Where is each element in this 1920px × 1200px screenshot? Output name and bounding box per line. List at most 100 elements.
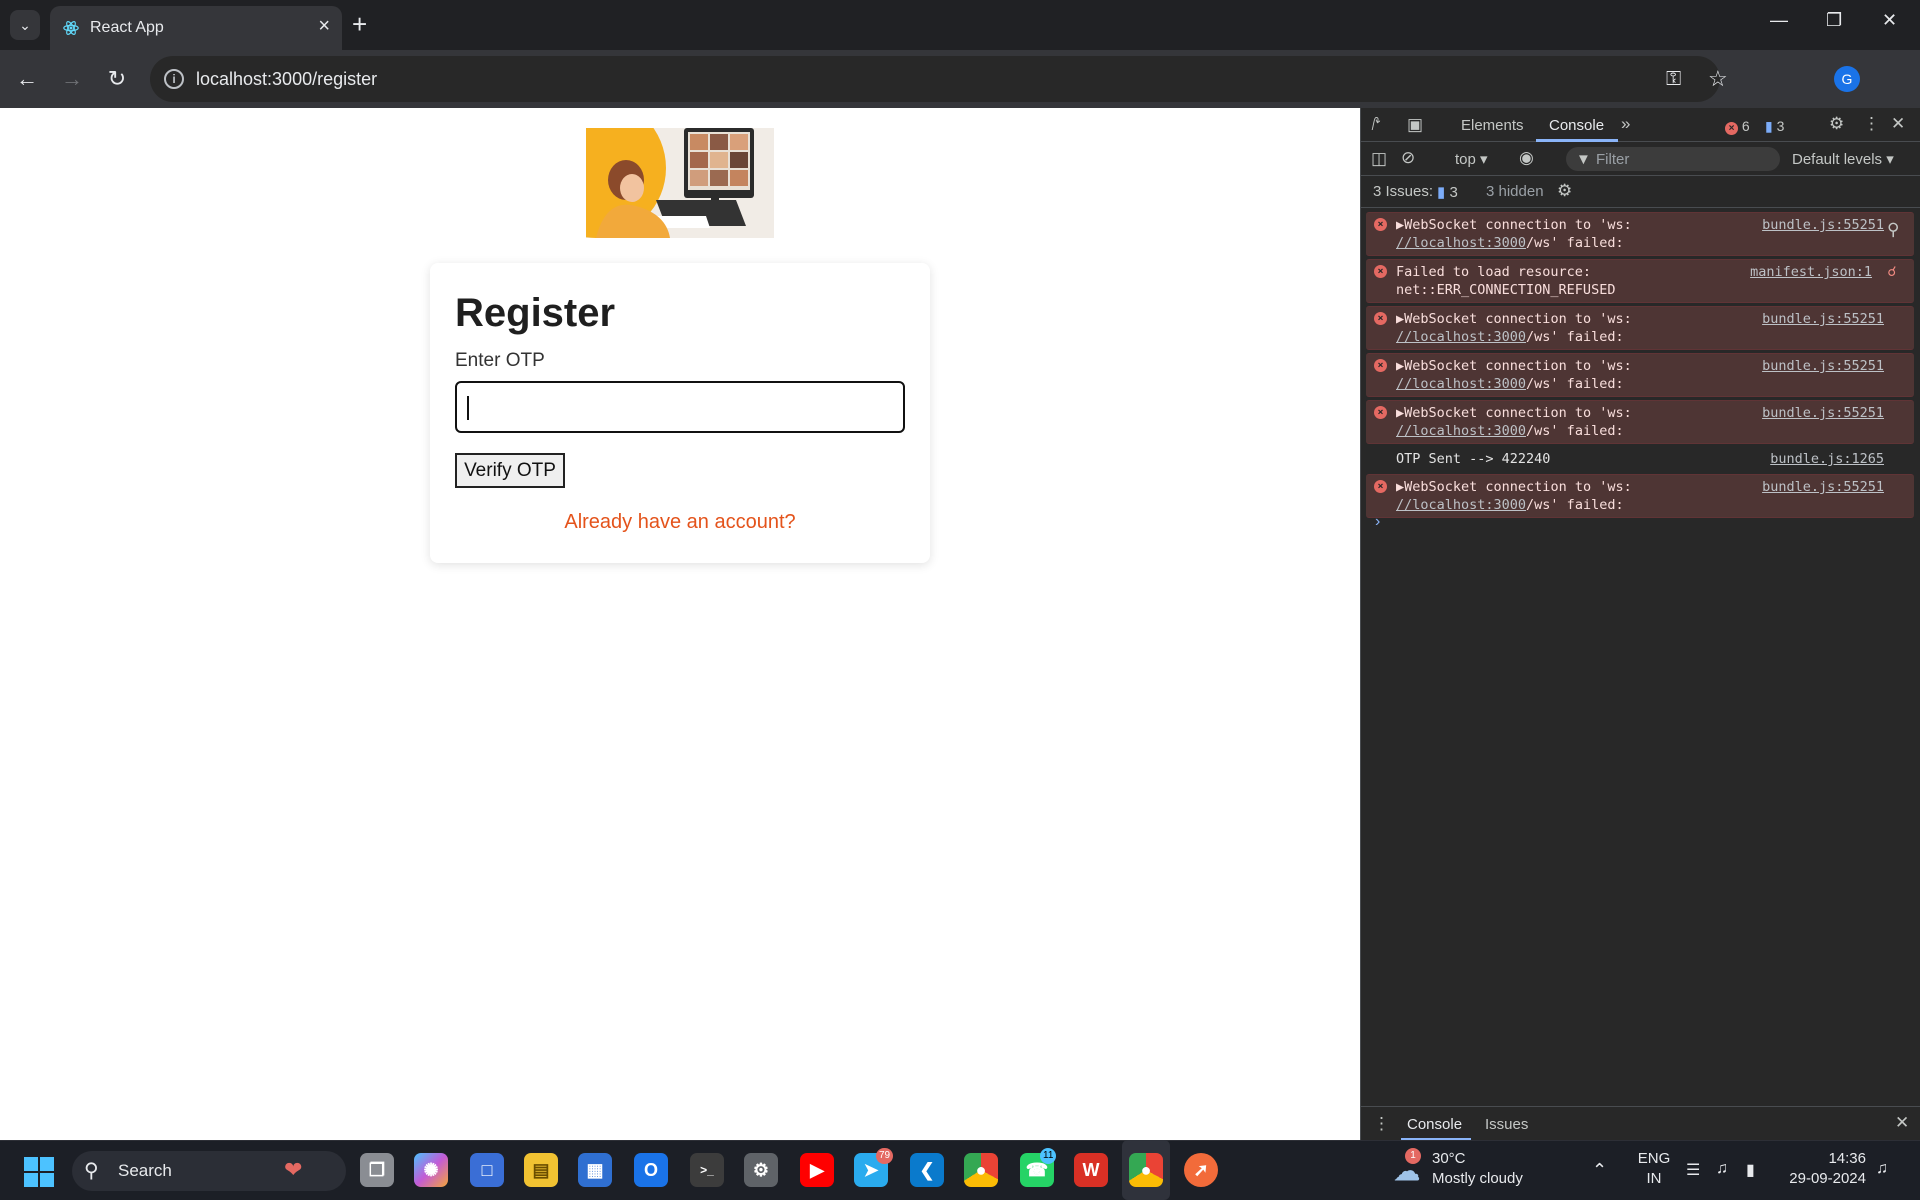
page-title: Register [455,291,616,335]
address-bar[interactable]: i localhost:3000/register ⚿ ☆ [150,56,1728,102]
url-text[interactable]: localhost:3000/register [196,69,377,90]
source-link[interactable]: bundle.js:55251 [1762,310,1884,328]
back-button[interactable]: ← [12,64,42,94]
drawer-tab-issues[interactable]: Issues [1485,1116,1528,1133]
taskbar-search[interactable]: ⚲ Search ❤ [72,1151,346,1191]
drawer-menu-icon[interactable]: ⋮ [1373,1114,1390,1134]
drawer-tab-console[interactable]: Console [1407,1116,1462,1133]
settings-gear-icon[interactable]: ⚙ [1829,114,1844,134]
youtube-icon[interactable]: ▶ [800,1153,834,1187]
console-error[interactable]: × ▶WebSocket connection to 'ws: //localh… [1366,353,1914,397]
issues-count-link[interactable]: ▮ 3 [1437,183,1458,201]
filter-icon: ▼ [1576,151,1591,168]
devtools-menu-icon[interactable]: ⋮ [1863,114,1880,134]
expand-arrow-icon[interactable]: ▶ [1396,217,1404,233]
site-info-icon[interactable]: i [164,69,184,89]
source-link[interactable]: bundle.js:1265 [1770,450,1884,468]
postman-icon[interactable]: ➚ [1184,1153,1218,1187]
bookmark-star-icon[interactable]: ☆ [1708,66,1728,92]
error-icon: × [1374,265,1387,278]
notification-bell-icon[interactable]: ♫ [1876,1160,1888,1178]
forward-button[interactable]: → [57,64,87,94]
close-window-button[interactable]: ✕ [1882,10,1897,31]
error-counter[interactable]: × 6 [1725,118,1750,135]
task-view-icon[interactable]: ❐ [360,1153,394,1187]
sidebar-toggle-icon[interactable]: ◫ [1371,149,1387,169]
tab-console[interactable]: Console [1549,117,1604,134]
restore-button[interactable]: ❐ [1826,10,1842,31]
close-drawer-icon[interactable]: ✕ [1895,1113,1909,1133]
source-link[interactable]: bundle.js:55251 [1762,216,1884,234]
volume-icon[interactable]: ♫ [1716,1160,1728,1178]
console-error[interactable]: × ▶WebSocket connection to 'ws: //localh… [1366,474,1914,518]
issues-settings-icon[interactable]: ⚙ [1557,181,1572,201]
file-explorer-icon[interactable]: ▤ [524,1153,558,1187]
outlook-icon[interactable]: O [634,1153,668,1187]
register-card: Register Enter OTP Verify OTP Already ha… [430,263,930,563]
filter-input[interactable]: ▼ Filter [1566,147,1780,171]
console-prompt[interactable]: › [1375,513,1380,531]
password-key-icon[interactable]: ⚿ [1666,68,1681,91]
tab-search-button[interactable]: ⌄ [10,10,40,40]
inspect-element-icon[interactable]: ⭚ [1371,115,1381,135]
microsoft-store-icon[interactable]: ▦ [578,1153,612,1187]
network-icon[interactable]: ☌ [1888,263,1896,281]
source-link[interactable]: bundle.js:55251 [1762,478,1884,496]
reload-button[interactable]: ↻ [102,64,132,94]
vscode-icon[interactable]: ❮ [910,1153,944,1187]
calendar-icon[interactable]: □ [470,1153,504,1187]
register-illustration [586,128,774,238]
clear-console-icon[interactable]: ⊘ [1401,148,1415,168]
console-error[interactable]: × ▶WebSocket connection to 'ws: //localh… [1366,306,1914,350]
live-expression-eye-icon[interactable]: ◉ [1519,148,1534,168]
otp-input[interactable] [455,381,905,433]
settings-gear-icon[interactable]: ⚙ [744,1153,778,1187]
language-indicator[interactable]: ENG [1634,1150,1674,1167]
profile-avatar[interactable]: G [1834,66,1860,92]
close-devtools-icon[interactable]: ✕ [1891,114,1905,134]
issues-bar: 3 Issues: ▮ 3 3 hidden ⚙ [1361,176,1920,208]
expand-arrow-icon[interactable]: ▶ [1396,405,1404,421]
region-indicator[interactable]: IN [1634,1170,1674,1187]
expand-arrow-icon[interactable]: ▶ [1396,479,1404,495]
minimize-button[interactable]: — [1770,10,1788,31]
clock-date[interactable]: 29-09-2024 [1766,1170,1866,1187]
error-icon: × [1374,480,1387,493]
windows-taskbar: ⚲ Search ❤ [0,1140,1920,1200]
battery-icon[interactable]: ▮ [1746,1160,1755,1180]
terminal-icon[interactable]: >_ [690,1153,724,1187]
new-tab-button[interactable]: + [352,10,367,38]
wps-office-icon[interactable]: W [1074,1153,1108,1187]
info-counter[interactable]: ▮ 3 [1765,118,1784,135]
chrome-icon[interactable]: ● [964,1153,998,1187]
console-log[interactable]: OTP Sent --> 422240 bundle.js:1265 [1366,447,1914,471]
console-error[interactable]: × ▶WebSocket connection to 'ws: //localh… [1366,400,1914,444]
copilot-icon[interactable]: ✺ [414,1153,448,1187]
expand-arrow-icon[interactable]: ▶ [1396,358,1404,374]
tab-close-icon[interactable]: × [318,16,330,36]
tray-overflow-icon[interactable]: ⌃ [1592,1160,1607,1181]
windows-start-icon[interactable] [24,1157,54,1187]
device-toolbar-icon[interactable]: ▣ [1407,115,1423,135]
ai-assist-icon[interactable]: ⚲ [1887,220,1899,240]
context-select[interactable]: top ▾ [1455,150,1488,168]
more-tabs-icon[interactable]: » [1621,114,1630,134]
hidden-issues: 3 hidden [1486,183,1544,200]
verify-otp-button[interactable]: Verify OTP [455,453,565,488]
tab-elements[interactable]: Elements [1461,117,1524,134]
source-link[interactable]: bundle.js:55251 [1762,404,1884,422]
weather-desc[interactable]: Mostly cloudy [1432,1170,1523,1187]
expand-arrow-icon[interactable]: ▶ [1396,311,1404,327]
chrome-profile-icon[interactable]: ● [1129,1153,1163,1187]
wifi-icon[interactable]: ☰ [1686,1160,1700,1180]
console-error[interactable]: × Failed to load resource: net::ERR_CONN… [1366,259,1914,303]
console-error[interactable]: × ▶WebSocket connection to 'ws: //localh… [1366,212,1914,256]
source-link[interactable]: manifest.json:1 [1750,263,1872,281]
browser-tab[interactable]: React App × [50,6,342,50]
weather-temp[interactable]: 30°C [1432,1150,1466,1167]
clock-time[interactable]: 14:36 [1786,1150,1866,1167]
login-link[interactable]: Already have an account? [430,511,930,534]
source-link[interactable]: bundle.js:55251 [1762,357,1884,375]
log-levels-select[interactable]: Default levels ▾ [1792,150,1894,168]
text-caret [467,396,469,420]
